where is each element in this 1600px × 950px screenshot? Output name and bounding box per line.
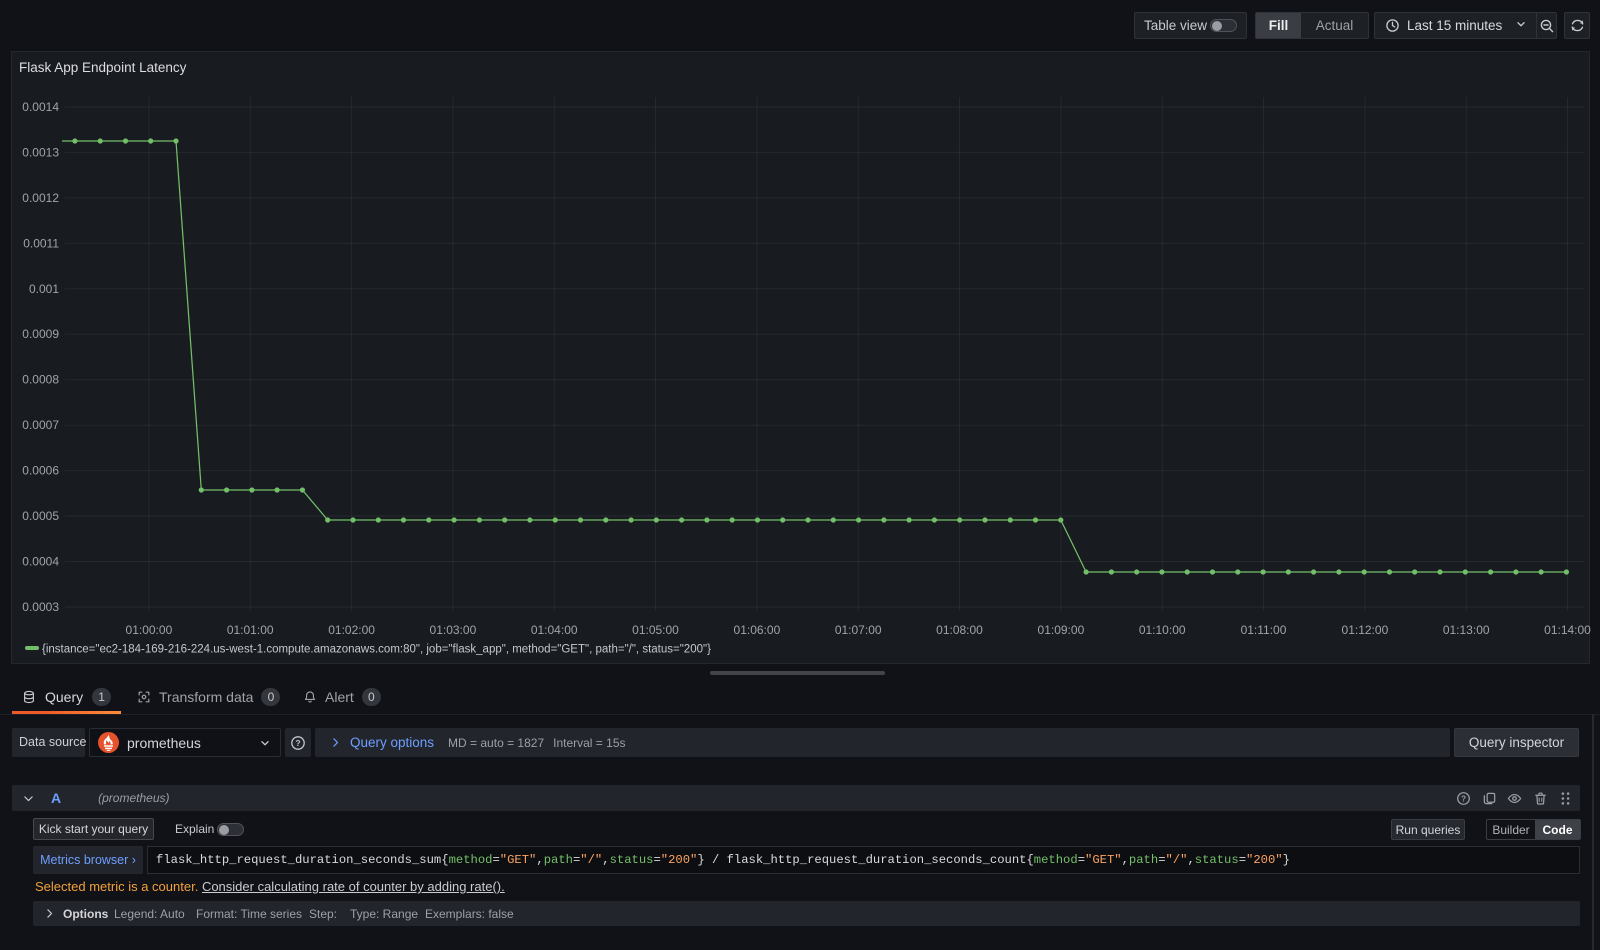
svg-text:0.0008: 0.0008 (22, 373, 59, 387)
svg-text:01:05:00: 01:05:00 (632, 623, 679, 637)
svg-text:0.0006: 0.0006 (22, 464, 59, 478)
svg-text:?: ? (1461, 794, 1466, 803)
svg-text:01:10:00: 01:10:00 (1139, 623, 1186, 637)
svg-text:0.0004: 0.0004 (22, 555, 59, 569)
svg-text:?: ? (295, 738, 300, 748)
svg-text:0.0013: 0.0013 (22, 145, 59, 159)
svg-text:01:03:00: 01:03:00 (430, 623, 477, 637)
svg-text:01:09:00: 01:09:00 (1038, 623, 1085, 637)
svg-text:0.001: 0.001 (29, 282, 59, 296)
svg-text:01:06:00: 01:06:00 (734, 623, 781, 637)
svg-text:01:04:00: 01:04:00 (531, 623, 578, 637)
svg-text:0.0003: 0.0003 (22, 600, 59, 614)
svg-text:01:07:00: 01:07:00 (835, 623, 882, 637)
svg-text:01:00:00: 01:00:00 (126, 623, 173, 637)
svg-text:0.0005: 0.0005 (22, 509, 59, 523)
svg-text:0.0007: 0.0007 (22, 418, 59, 432)
svg-text:0.0009: 0.0009 (22, 327, 59, 341)
svg-text:{instance="ec2-184-169-216-224: {instance="ec2-184-169-216-224.us-west-1… (42, 644, 711, 656)
svg-text:01:14:00: 01:14:00 (1544, 623, 1591, 637)
svg-text:01:01:00: 01:01:00 (227, 623, 274, 637)
svg-text:Flask App Endpoint Latency: Flask App Endpoint Latency (19, 60, 187, 75)
svg-text:01:12:00: 01:12:00 (1342, 623, 1389, 637)
svg-text:01:08:00: 01:08:00 (936, 623, 983, 637)
svg-text:0.0014: 0.0014 (22, 100, 59, 114)
svg-text:0.0012: 0.0012 (22, 191, 59, 205)
svg-text:01:11:00: 01:11:00 (1241, 623, 1287, 637)
svg-text:01:13:00: 01:13:00 (1443, 623, 1490, 637)
svg-text:01:02:00: 01:02:00 (328, 623, 375, 637)
svg-text:0.0011: 0.0011 (23, 236, 59, 250)
